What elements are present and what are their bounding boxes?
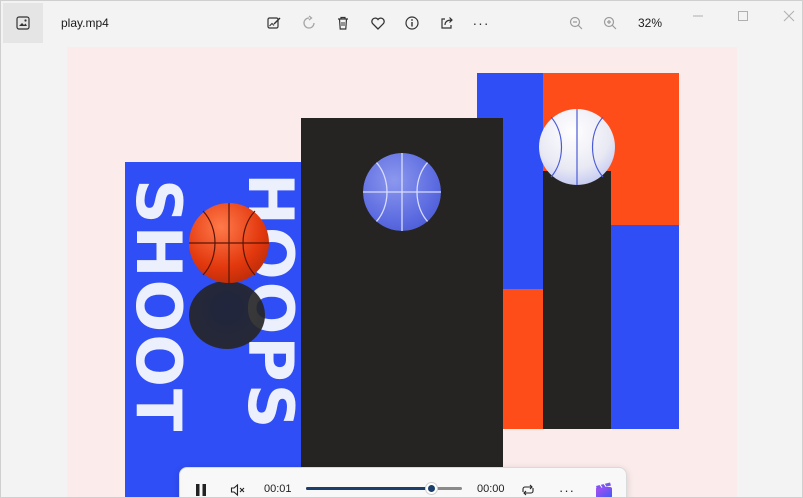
poster-text-shoot: SHOOT [122, 179, 195, 434]
close-icon[interactable] [782, 9, 796, 23]
share-icon[interactable] [437, 13, 457, 33]
basketball-orange [189, 203, 269, 283]
photos-window: play.mp4 ··· 32% SHOOT HOOPS 00:01 00:00… [0, 0, 803, 498]
file-name: play.mp4 [61, 16, 109, 30]
seek-bar[interactable] [306, 482, 462, 495]
ball-shadow [189, 281, 265, 349]
blue-block-bottom [611, 225, 679, 429]
video-frame: SHOOT HOOPS [67, 47, 737, 497]
dark-column [543, 171, 611, 429]
video-controls: 00:01 00:00 ··· [179, 467, 627, 498]
more-icon[interactable]: ··· [471, 13, 491, 33]
photos-app-icon[interactable] [3, 3, 43, 43]
rotate-icon[interactable] [299, 13, 319, 33]
zoom-out-icon[interactable] [566, 13, 586, 33]
mute-icon[interactable] [227, 479, 249, 497]
zoom-in-icon[interactable] [600, 13, 620, 33]
delete-icon[interactable] [333, 13, 353, 33]
title-bar: play.mp4 ··· 32% [1, 1, 802, 45]
basketball-white [539, 109, 615, 185]
minimize-icon[interactable] [691, 9, 705, 23]
info-icon[interactable] [402, 13, 422, 33]
total-time: 00:00 [477, 483, 505, 495]
zoom-level[interactable]: 32% [638, 16, 662, 30]
loop-icon[interactable] [517, 479, 539, 497]
photos-app-glyph [16, 16, 30, 30]
maximize-icon[interactable] [736, 9, 750, 23]
basketball-blue [363, 153, 441, 231]
favorite-heart-icon[interactable] [368, 13, 388, 33]
seek-progress [306, 487, 431, 490]
seek-thumb[interactable] [424, 482, 438, 495]
edit-image-icon[interactable] [264, 13, 284, 33]
orange-block-bottom [501, 289, 545, 429]
more-options-icon[interactable]: ··· [556, 479, 578, 498]
current-time: 00:01 [264, 483, 292, 495]
clipchamp-icon[interactable] [593, 479, 615, 497]
media-viewer: SHOOT HOOPS [1, 45, 802, 497]
pause-icon[interactable] [190, 479, 212, 497]
